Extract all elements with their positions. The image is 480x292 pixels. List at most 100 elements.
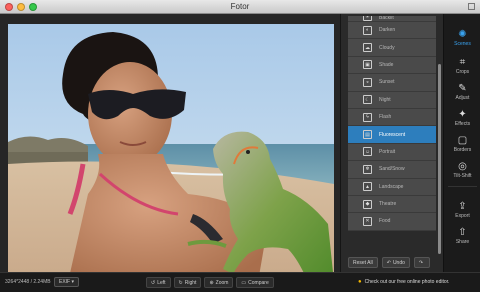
tool-borders[interactable]: ▢ Borders	[444, 128, 480, 154]
rotate-left-label: Left	[157, 279, 166, 286]
portrait-icon: ☺	[363, 147, 372, 157]
sunset-icon: ◒	[363, 77, 372, 87]
tool-label: Effects	[454, 121, 471, 127]
scene-item-sunset[interactable]: ◒ Sunset	[348, 74, 436, 92]
scene-item-theatre[interactable]: ◆ Theatre	[348, 195, 436, 214]
undo-icon: ↶	[386, 259, 391, 266]
scenes-panel: ☀ Backlit ◐ Darken ☁ Cloudy ▣ Shade ◒ Sunset ☾ Nigh…	[340, 14, 443, 272]
undo-button[interactable]: ↶ Undo	[381, 257, 410, 268]
title-bar: Fotor	[0, 0, 480, 14]
window-title: Fotor	[230, 2, 250, 11]
undo-label: Undo	[392, 259, 405, 266]
tool-label: Share	[455, 239, 470, 245]
photo-image	[8, 24, 334, 282]
scene-item-label: Sunset	[379, 79, 395, 86]
scene-item-label: Flash	[379, 114, 392, 121]
redo-icon: ↷	[418, 259, 424, 266]
scene-item-label: Theatre	[379, 201, 397, 208]
export-icon: ⇪	[458, 201, 467, 212]
sand-snow-icon: ❄	[363, 164, 372, 174]
tool-label: Tilt-Shift	[453, 173, 472, 179]
tool-share[interactable]: ⇧ Share	[444, 220, 480, 246]
right-toolbar: ✺ Scenes ⌗ Crops ✎ Adjust ✦ Effects ▢ Borders ◎ Til…	[443, 14, 480, 272]
fullscreen-icon[interactable]	[468, 3, 475, 10]
food-icon: ✕	[363, 216, 372, 226]
scene-panel-actions: Reset All ↶ Undo ↷	[348, 257, 431, 269]
theatre-icon: ◆	[363, 199, 372, 209]
image-dimensions: 3264*2448 / 2.24MB	[5, 279, 51, 285]
chevron-down-icon: ▾	[71, 279, 75, 285]
rotate-right-icon: ↻	[178, 279, 183, 286]
exif-label: EXIF	[59, 279, 71, 285]
exif-button[interactable]: EXIF ▾	[54, 277, 80, 287]
scene-item-label: Portrait	[379, 148, 396, 155]
scene-item-fluorescent[interactable]: ▤ Fluorescent	[348, 126, 436, 144]
scene-item-label: Cloudy	[379, 44, 395, 51]
view-tools: ↺ Left ↻ Right ⊕ Zoom ▭ Compare	[146, 277, 274, 288]
compare-button[interactable]: ▭ Compare	[236, 277, 274, 288]
status-bar: 3264*2448 / 2.24MB EXIF ▾ ↺ Left ↻ Right…	[0, 272, 480, 292]
tool-label: Crops	[455, 69, 470, 75]
tool-adjust[interactable]: ✎ Adjust	[444, 76, 480, 102]
flash-icon: ϟ	[363, 112, 372, 122]
tool-export[interactable]: ⇪ Export	[444, 194, 480, 220]
rotate-right-button[interactable]: ↻ Right	[173, 277, 202, 288]
backlit-icon: ☀	[363, 16, 372, 21]
scene-item-label: Darken	[379, 27, 396, 34]
tool-scenes[interactable]: ✺ Scenes	[444, 22, 480, 48]
cloudy-icon: ☁	[363, 43, 372, 53]
scene-item-darken[interactable]: ◐ Darken	[348, 22, 436, 40]
scene-item-food[interactable]: ✕ Food	[348, 213, 436, 231]
compare-label: Compare	[248, 279, 269, 286]
rotate-left-button[interactable]: ↺ Left	[146, 277, 171, 288]
zoom-button[interactable]: ⊕ Zoom	[204, 277, 234, 288]
tool-effects[interactable]: ✦ Effects	[444, 102, 480, 128]
crop-icon: ⌗	[459, 57, 466, 68]
scene-item-cloudy[interactable]: ☁ Cloudy	[348, 39, 436, 57]
promo-link[interactable]: ● Check out our free online photo editor…	[358, 279, 449, 285]
effects-icon: ✦	[458, 109, 467, 120]
compare-icon: ▭	[241, 279, 247, 286]
borders-icon: ▢	[457, 135, 468, 146]
night-icon: ☾	[363, 95, 372, 105]
shade-icon: ▣	[363, 60, 372, 70]
photo-preview[interactable]	[8, 24, 334, 282]
scene-item-flash[interactable]: ϟ Flash	[348, 108, 436, 127]
rotate-right-label: Right	[184, 279, 197, 286]
scene-item-sand-snow[interactable]: ❄ Sand/Snow	[348, 161, 436, 179]
scene-item-label: Landscape	[379, 183, 404, 190]
scene-item-landscape[interactable]: ▲ Landscape	[348, 178, 436, 196]
zoom-icon: ⊕	[209, 279, 214, 286]
photo-canvas[interactable]	[0, 14, 340, 282]
scene-item-label: Night	[379, 96, 391, 103]
scene-item-label: Backlit	[379, 16, 394, 21]
tool-label: Adjust	[455, 95, 470, 101]
reset-all-button[interactable]: Reset All	[348, 257, 378, 268]
scene-item-night[interactable]: ☾ Night	[348, 91, 436, 109]
darken-icon: ◐	[363, 25, 372, 35]
tilt-shift-icon: ◎	[458, 161, 467, 172]
scene-item-portrait[interactable]: ☺ Portrait	[348, 143, 436, 162]
scene-item-label: Fluorescent	[379, 131, 406, 138]
fluorescent-icon: ▤	[363, 130, 372, 140]
toolbar-divider	[448, 186, 477, 187]
tool-label: Export	[455, 213, 470, 219]
tool-crops[interactable]: ⌗ Crops	[444, 50, 480, 76]
scene-item-shade[interactable]: ▣ Shade	[348, 56, 436, 75]
scene-item-label: Food	[379, 218, 391, 225]
tool-label: Borders	[453, 147, 472, 153]
landscape-icon: ▲	[363, 182, 372, 192]
promo-text: Check out our free online photo editor.	[364, 279, 450, 285]
tool-label: Scenes	[454, 41, 471, 47]
lightbulb-icon: ●	[358, 279, 362, 285]
redo-button[interactable]: ↷	[413, 257, 431, 268]
scene-list-scrollbar[interactable]	[438, 64, 441, 254]
tool-tilt-shift[interactable]: ◎ Tilt-Shift	[444, 154, 480, 180]
zoom-label: Zoom	[215, 279, 229, 286]
adjust-icon: ✎	[458, 83, 467, 94]
reset-all-label: Reset All	[353, 259, 373, 266]
share-icon: ⇧	[458, 227, 467, 238]
scene-item-label: Shade	[379, 61, 394, 68]
scene-list[interactable]: ☀ Backlit ◐ Darken ☁ Cloudy ▣ Shade ◒ Sunset ☾ Nigh…	[348, 16, 436, 258]
scene-item-label: Sand/Snow	[379, 166, 405, 173]
